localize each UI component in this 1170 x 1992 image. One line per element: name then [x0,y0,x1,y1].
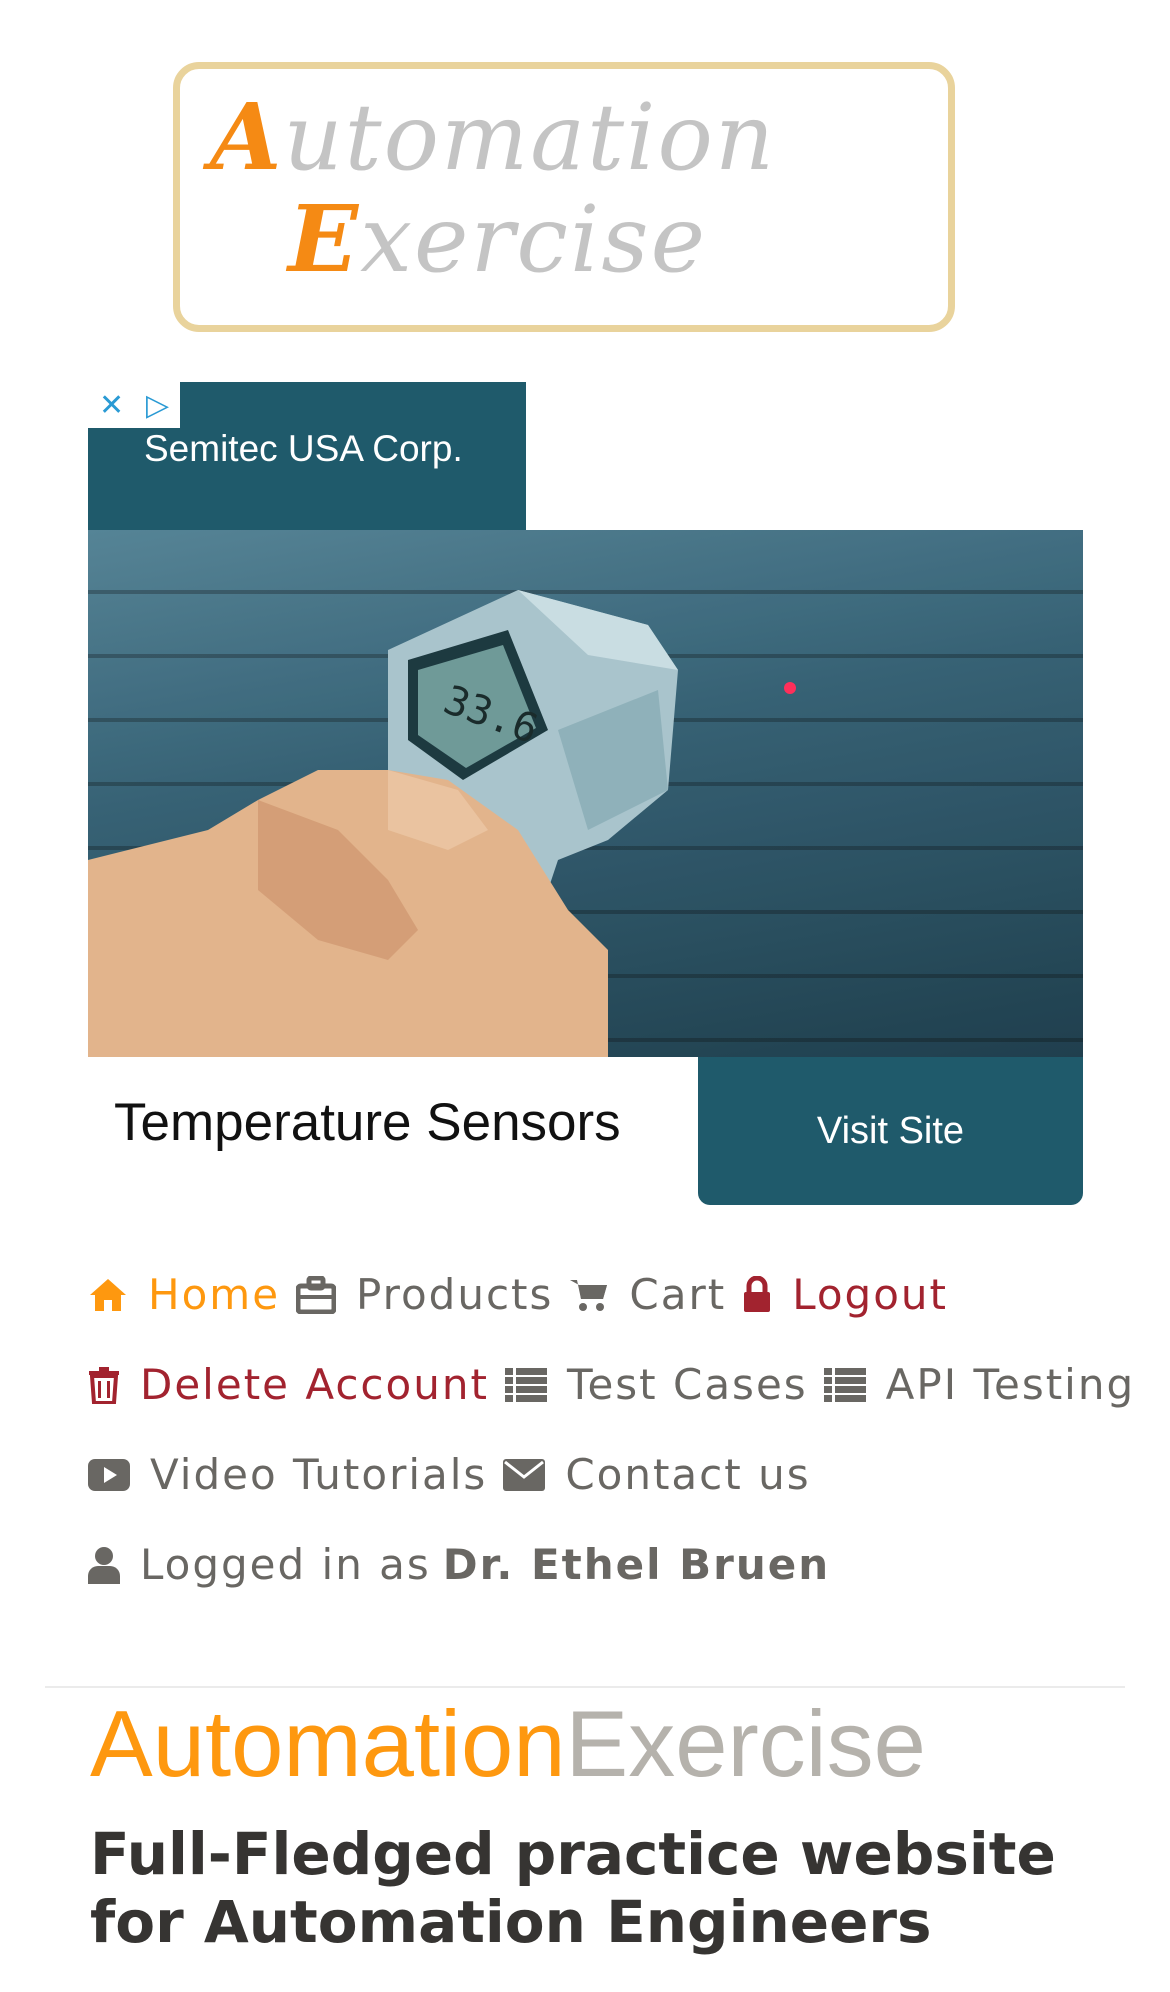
thermometer-illustration: 33.6 [88,530,1083,1057]
briefcase-icon [296,1275,337,1314]
brand-title-part2: Exercise [565,1691,926,1796]
nav-logout[interactable]: Logout [742,1270,948,1319]
user-icon [88,1546,120,1584]
logo-initial-e: E [288,185,361,293]
hero-headline: Full-Fledged practice website for Automa… [90,1820,1056,1956]
logged-in-label: Logged in as [140,1540,431,1589]
nav-video-tutorials[interactable]: Video Tutorials [88,1450,487,1499]
lock-icon [742,1275,772,1314]
cart-icon [569,1277,609,1313]
nav-api-testing[interactable]: API Testing [823,1360,1136,1409]
logo-line-2: Exercise [288,185,707,293]
ad-choices-badge[interactable]: ✕ ▷ [88,382,180,428]
nav-cart[interactable]: Cart [569,1270,726,1319]
logo-word-rest-2: xercise [360,186,708,293]
nav-products-label: Products [356,1270,554,1319]
site-logo[interactable]: Automation Exercise [173,62,955,332]
nav-home-label: Home [148,1270,281,1319]
logged-in-status: Logged in as Dr. Ethel Bruen [88,1540,830,1589]
brand-title: AutomationExercise [90,1690,926,1798]
nav-row-3: Video Tutorials Contact us [88,1450,827,1499]
list-icon [823,1367,866,1402]
youtube-play-icon [88,1458,130,1491]
envelope-icon [503,1458,546,1491]
nav-delete-account[interactable]: Delete Account [88,1360,489,1409]
nav-row-2: Delete Account Test Cases API Testing [88,1360,1151,1409]
nav-delete-account-label: Delete Account [140,1360,489,1409]
nav-row-1: Home Products Cart Logout [88,1270,964,1319]
list-icon [504,1367,547,1402]
nav-test-cases-label: Test Cases [566,1360,808,1409]
logo-word-rest-1: utomation [283,84,777,191]
close-icon[interactable]: ✕ [99,388,124,423]
ad-tagline: Temperature Sensors [114,1093,621,1152]
advertisement[interactable]: Semitec USA Corp. ✕ ▷ 33.6 Temperature S… [88,382,1083,1205]
nav-video-tutorials-label: Video Tutorials [150,1450,488,1499]
logo-line-1: Automation [210,83,776,191]
section-divider [45,1686,1125,1688]
nav-cart-label: Cart [629,1270,727,1319]
logo-initial-a: A [210,83,284,191]
trash-icon [88,1366,120,1404]
nav-api-testing-label: API Testing [885,1360,1136,1409]
username: Dr. Ethel Bruen [442,1540,831,1589]
ad-image[interactable]: 33.6 [88,530,1083,1057]
nav-home[interactable]: Home [88,1270,280,1319]
nav-row-4: Logged in as Dr. Ethel Bruen [88,1540,846,1589]
visit-site-button[interactable]: Visit Site [698,1057,1083,1205]
nav-contact-us-label: Contact us [565,1450,811,1499]
nav-test-cases[interactable]: Test Cases [504,1360,808,1409]
brand-title-part1: Automation [90,1691,566,1796]
nav-logout-label: Logout [792,1270,949,1319]
nav-contact-us[interactable]: Contact us [503,1450,810,1499]
laser-dot [784,682,796,694]
adchoices-icon[interactable]: ▷ [146,388,169,423]
home-icon [88,1277,128,1313]
nav-products[interactable]: Products [296,1270,553,1319]
ad-company-name: Semitec USA Corp. [144,428,463,469]
